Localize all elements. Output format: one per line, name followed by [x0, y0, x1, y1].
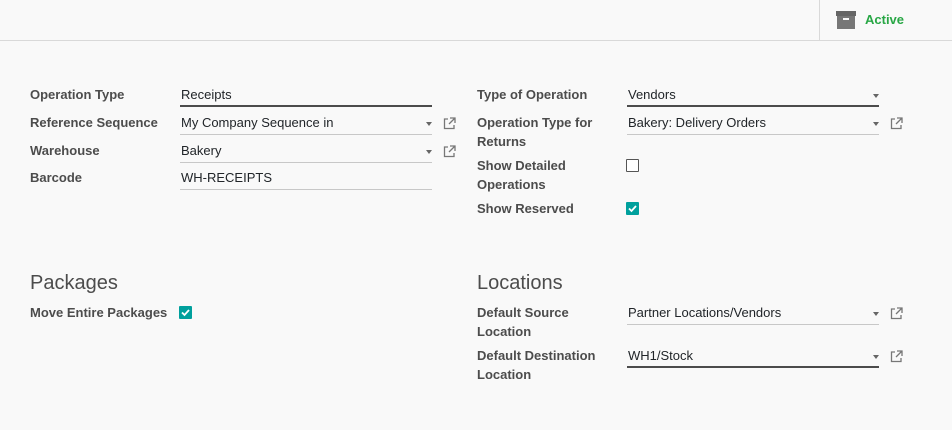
type-of-operation-label: Type of Operation	[477, 87, 588, 102]
checkmark-icon	[181, 309, 190, 317]
chevron-down-icon	[873, 122, 879, 126]
active-toggle-button[interactable]: Active	[819, 0, 952, 40]
reference-sequence-label: Reference Sequence	[30, 115, 158, 130]
external-link-icon[interactable]	[890, 350, 903, 363]
reference-sequence-select[interactable]: My Company Sequence in	[180, 113, 432, 135]
external-link-icon[interactable]	[443, 117, 456, 130]
operation-type-returns-label: Operation Type for Returns	[477, 115, 593, 149]
chevron-down-icon	[426, 122, 432, 126]
checkmark-icon	[628, 205, 637, 213]
operation-type-returns-select[interactable]: Bakery: Delivery Orders	[627, 113, 879, 135]
barcode-label: Barcode	[30, 170, 83, 185]
default-destination-location-label: Default Destination Location	[477, 348, 596, 382]
chevron-down-icon	[873, 355, 879, 359]
chevron-down-icon	[426, 150, 432, 154]
locations-section-title: Locations	[477, 272, 563, 294]
type-of-operation-select[interactable]: Vendors	[627, 85, 879, 107]
default-destination-location-select[interactable]: WH1/Stock	[627, 346, 879, 368]
packages-section-title: Packages	[30, 272, 118, 294]
chevron-down-icon	[873, 312, 879, 316]
show-detailed-operations-checkbox[interactable]	[626, 159, 639, 172]
move-entire-packages-checkbox[interactable]	[179, 306, 192, 319]
chevron-down-icon	[873, 94, 879, 98]
operation-type-label: Operation Type	[30, 87, 125, 102]
show-reserved-label: Show Reserved	[477, 201, 574, 216]
show-reserved-checkbox[interactable]	[626, 202, 639, 215]
barcode-input[interactable]: WH-RECEIPTS	[180, 168, 432, 190]
external-link-icon[interactable]	[890, 307, 903, 320]
warehouse-label: Warehouse	[30, 143, 100, 158]
external-link-icon[interactable]	[443, 145, 456, 158]
active-label: Active	[865, 12, 905, 27]
move-entire-packages-label: Move Entire Packages	[30, 305, 168, 320]
external-link-icon[interactable]	[890, 117, 903, 130]
archive-icon	[836, 11, 856, 29]
show-detailed-operations-label: Show Detailed Operations	[477, 158, 566, 192]
default-source-location-label: Default Source Location	[477, 305, 569, 339]
warehouse-select[interactable]: Bakery	[180, 141, 432, 163]
default-source-location-select[interactable]: Partner Locations/Vendors	[627, 303, 879, 325]
control-panel: Active	[0, 0, 952, 41]
operation-type-input[interactable]: Receipts	[180, 85, 432, 107]
